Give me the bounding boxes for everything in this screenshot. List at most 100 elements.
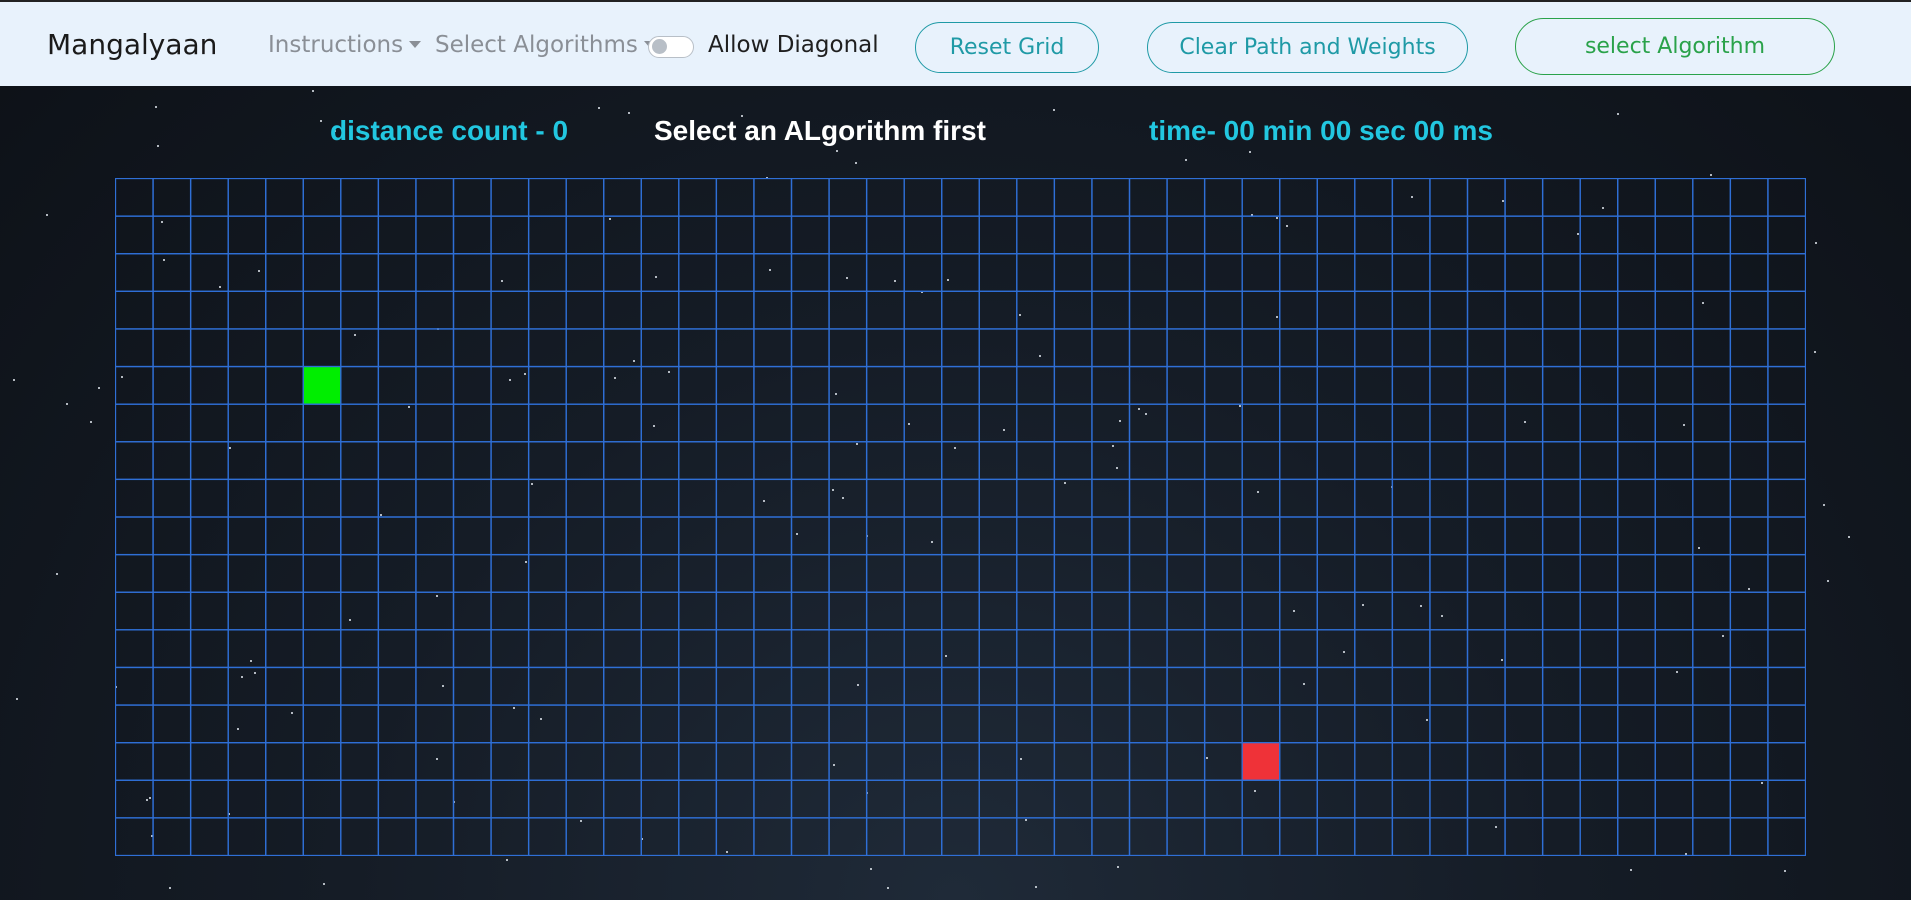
grid-cell[interactable] xyxy=(1166,666,1206,706)
grid-cell[interactable] xyxy=(1466,553,1506,593)
grid-cell[interactable] xyxy=(903,290,943,330)
grid-cell[interactable] xyxy=(865,441,905,481)
grid-cell[interactable] xyxy=(1617,290,1656,330)
grid-cell[interactable] xyxy=(1391,516,1431,556)
grid-cell[interactable] xyxy=(1053,704,1093,744)
grid-cell[interactable] xyxy=(452,591,492,631)
grid-cell[interactable] xyxy=(1053,365,1093,405)
grid-cell[interactable] xyxy=(941,817,980,856)
grid-cell[interactable] xyxy=(565,742,605,781)
grid-cell[interactable] xyxy=(527,215,567,255)
grid-cell[interactable] xyxy=(1504,178,1544,217)
grid-cell[interactable] xyxy=(1053,478,1093,518)
grid-cell[interactable] xyxy=(189,253,229,292)
grid-cell[interactable] xyxy=(1091,666,1131,706)
grid-cell[interactable] xyxy=(1729,779,1769,819)
grid-cell[interactable] xyxy=(377,290,417,330)
grid-cell[interactable] xyxy=(1016,403,1056,443)
grid-cell[interactable] xyxy=(527,591,567,631)
grid-cell[interactable] xyxy=(1166,516,1206,556)
grid-cell[interactable] xyxy=(1016,779,1056,819)
grid-cell[interactable] xyxy=(565,365,605,405)
grid-cell[interactable] xyxy=(640,403,680,443)
grid-cell[interactable] xyxy=(527,629,567,669)
grid-cell[interactable] xyxy=(1767,253,1806,292)
grid-cell[interactable] xyxy=(640,478,680,518)
grid-cell[interactable] xyxy=(227,403,267,443)
grid-cell[interactable] xyxy=(753,441,793,481)
grid-cell[interactable] xyxy=(978,290,1018,330)
grid-cell[interactable] xyxy=(1692,478,1732,518)
grid-cell[interactable] xyxy=(1466,441,1506,481)
grid-cell[interactable] xyxy=(227,704,267,744)
grid-cell[interactable] xyxy=(865,365,905,405)
grid-cell[interactable] xyxy=(603,742,642,781)
grid-cell[interactable] xyxy=(189,591,229,631)
grid-cell[interactable] xyxy=(978,516,1018,556)
grid-cell[interactable] xyxy=(1354,328,1394,368)
grid-cell[interactable] xyxy=(527,441,567,481)
grid-cell[interactable] xyxy=(1053,779,1093,819)
grid-cell[interactable] xyxy=(565,403,605,443)
grid-cell[interactable] xyxy=(1429,328,1469,368)
grid-cell[interactable] xyxy=(715,403,755,443)
grid-cell[interactable] xyxy=(678,441,718,481)
grid-cell[interactable] xyxy=(565,478,605,518)
grid-cell[interactable] xyxy=(415,365,455,405)
grid-cell[interactable] xyxy=(377,629,417,669)
clear-path-button[interactable]: Clear Path and Weights xyxy=(1147,22,1468,73)
grid-cell[interactable] xyxy=(1203,365,1243,405)
grid-cell[interactable] xyxy=(1316,478,1356,518)
grid-cell[interactable] xyxy=(115,365,154,405)
grid-cell[interactable] xyxy=(152,365,192,405)
grid-cell[interactable] xyxy=(1128,178,1168,217)
end-node[interactable] xyxy=(1241,742,1281,781)
grid-cell[interactable] xyxy=(1504,253,1544,292)
grid-cell[interactable] xyxy=(302,441,342,481)
grid-cell[interactable] xyxy=(1241,290,1281,330)
grid-cell[interactable] xyxy=(865,553,905,593)
grid-cell[interactable] xyxy=(452,817,492,856)
grid-cell[interactable] xyxy=(1541,629,1581,669)
grid-cell[interactable] xyxy=(1767,704,1806,744)
grid-cell[interactable] xyxy=(1692,253,1732,292)
grid-cell[interactable] xyxy=(189,328,229,368)
grid-cell[interactable] xyxy=(1429,478,1469,518)
grid-cell[interactable] xyxy=(790,253,830,292)
grid-cell[interactable] xyxy=(1391,817,1431,856)
grid-cell[interactable] xyxy=(1316,817,1356,856)
grid-cell[interactable] xyxy=(941,553,980,593)
grid-cell[interactable] xyxy=(603,403,642,443)
grid-cell[interactable] xyxy=(189,629,229,669)
grid-cell[interactable] xyxy=(1391,290,1431,330)
grid-cell[interactable] xyxy=(152,553,192,593)
grid-cell[interactable] xyxy=(1091,441,1131,481)
grid-cell[interactable] xyxy=(302,704,342,744)
grid-cell[interactable] xyxy=(603,629,642,669)
grid-cell[interactable] xyxy=(1654,817,1694,856)
grid-cell[interactable] xyxy=(227,591,267,631)
grid-cell[interactable] xyxy=(790,666,830,706)
grid-cell[interactable] xyxy=(1091,403,1131,443)
grid-cell[interactable] xyxy=(1767,591,1806,631)
grid-cell[interactable] xyxy=(790,553,830,593)
grid-cell[interactable] xyxy=(1241,516,1281,556)
grid-cell[interactable] xyxy=(1617,441,1656,481)
grid-cell[interactable] xyxy=(978,365,1018,405)
grid-cell[interactable] xyxy=(1053,290,1093,330)
grid-cell[interactable] xyxy=(1241,441,1281,481)
grid-cell[interactable] xyxy=(903,666,943,706)
grid-cell[interactable] xyxy=(1579,591,1619,631)
grid-cell[interactable] xyxy=(941,441,980,481)
select-algorithms-dropdown[interactable]: Select Algorithms xyxy=(435,32,656,58)
grid-cell[interactable] xyxy=(152,328,192,368)
grid-cell[interactable] xyxy=(1203,178,1243,217)
grid-cell[interactable] xyxy=(1016,253,1056,292)
grid-cell[interactable] xyxy=(903,629,943,669)
grid-cell[interactable] xyxy=(1692,215,1732,255)
grid-cell[interactable] xyxy=(189,666,229,706)
grid-cell[interactable] xyxy=(1541,253,1581,292)
grid-cell[interactable] xyxy=(152,441,192,481)
grid-cell[interactable] xyxy=(1729,478,1769,518)
grid-cell[interactable] xyxy=(753,817,793,856)
